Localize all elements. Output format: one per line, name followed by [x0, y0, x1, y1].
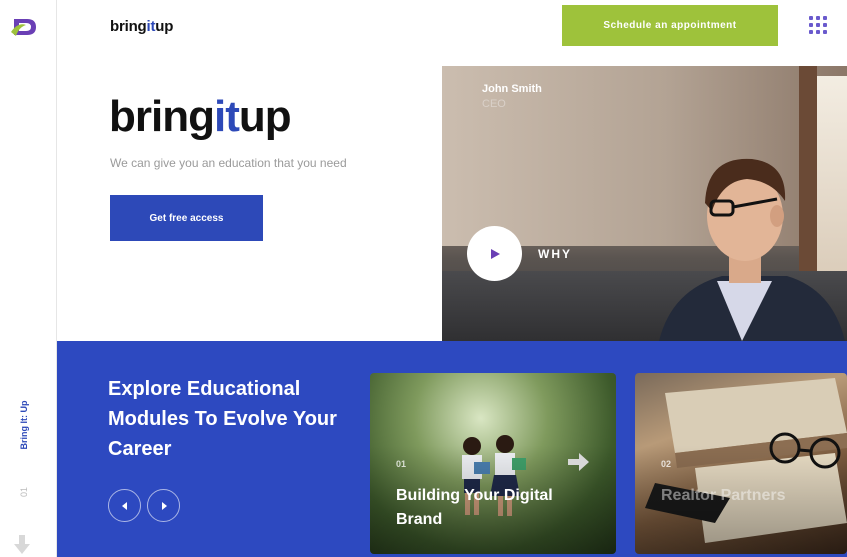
speaker-role: CEO [482, 98, 506, 110]
card-title: Building Your Digital Brand [396, 487, 553, 528]
speaker-name: John Smith [482, 83, 542, 95]
person-illustration [659, 158, 845, 341]
module-card[interactable]: 01 Building Your Digital Brand [370, 373, 616, 554]
brand-accent: it [146, 18, 156, 35]
rail-title-text: Bring It: Up [19, 400, 29, 450]
module-card[interactable]: 02 Realtor Partners [635, 373, 847, 554]
play-button[interactable] [467, 226, 522, 281]
video-caption: WHY [538, 247, 572, 261]
brand-suffix: up [155, 18, 174, 35]
grid-menu-icon[interactable] [809, 16, 829, 36]
arrow-down-icon[interactable] [12, 535, 32, 555]
card-number: 01 [396, 459, 407, 469]
chevron-left-icon [121, 501, 127, 510]
side-rail: Bring It: Up 01 [0, 0, 57, 557]
next-button[interactable] [147, 489, 180, 522]
modules-title: Explore Educational Modules To Evolve Yo… [108, 378, 337, 460]
header-logo[interactable]: bringitup [110, 18, 173, 35]
prev-button[interactable] [108, 489, 141, 522]
rail-vertical-title: Bring It: Up [14, 395, 34, 455]
get-free-access-button[interactable]: Get free access [110, 195, 263, 241]
arrow-right-icon[interactable] [568, 453, 590, 471]
hero-subtitle: We can give you an education that you ne… [110, 156, 347, 170]
brand-prefix: bring [110, 18, 147, 35]
logo-icon[interactable] [10, 16, 38, 38]
card-title: Realtor Partners [661, 487, 786, 504]
play-icon [490, 248, 500, 259]
hero-brand-suffix: up [238, 92, 292, 141]
card-number: 02 [661, 459, 672, 469]
rail-slide-number-text: 01 [19, 486, 29, 498]
hero-brand-prefix: bring [109, 92, 215, 141]
hero-title: bringitup [109, 92, 292, 142]
schedule-appointment-button[interactable]: Schedule an appointment [562, 5, 778, 46]
rail-slide-number: 01 [14, 482, 34, 502]
hero-brand-accent: it [213, 92, 240, 141]
chevron-right-icon [161, 501, 167, 510]
